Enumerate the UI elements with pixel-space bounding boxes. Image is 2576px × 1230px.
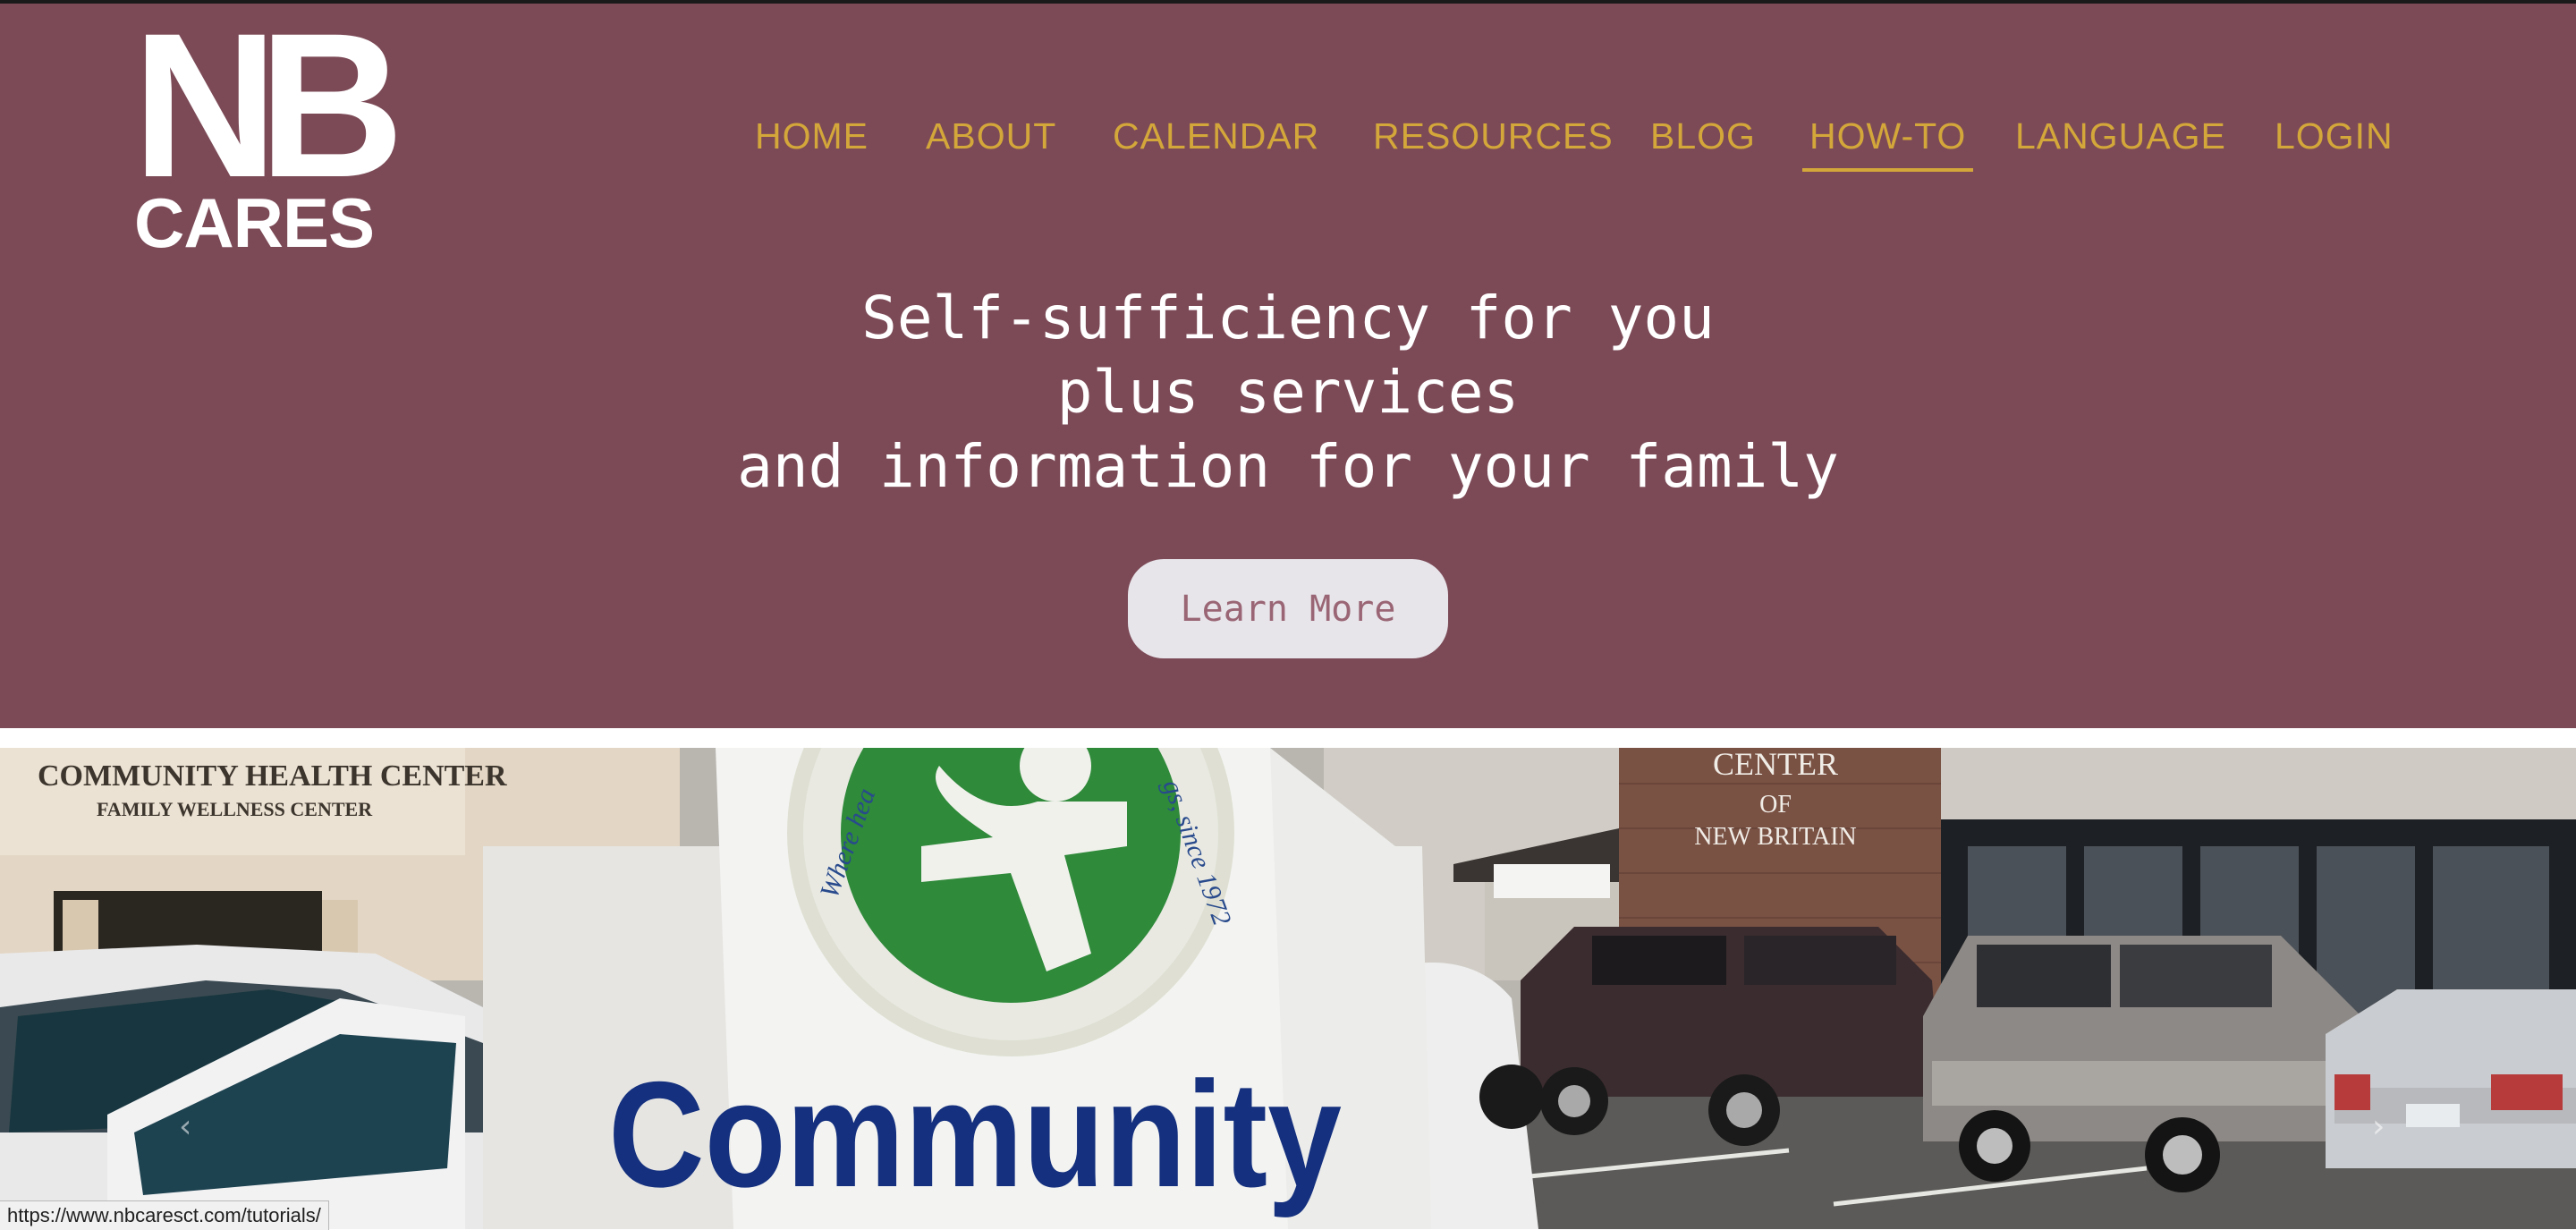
nav-blog[interactable]: BLOG: [1650, 109, 1756, 172]
section-divider: [0, 728, 2576, 748]
hero-tagline: Self-sufficiency for you plus services a…: [0, 281, 2576, 504]
nav-calendar[interactable]: CALENDAR: [1113, 109, 1319, 172]
building-sign-line2: FAMILY WELLNESS CENTER: [97, 798, 373, 820]
hero-line-1: Self-sufficiency for you: [861, 284, 1715, 352]
status-bar-url: https://www.nbcaresct.com/tutorials/: [0, 1200, 329, 1230]
nav-language[interactable]: LANGUAGE: [2015, 109, 2226, 172]
center-sign-line2: OF: [1759, 791, 1792, 819]
nav-about[interactable]: ABOUT: [926, 109, 1056, 172]
monument-community-word: Community: [608, 1050, 1342, 1218]
hero-photo-community-health-center: COMMUNITY HEALTH CENTER FAMILY WELLNESS …: [0, 748, 2576, 1229]
nav-how-to[interactable]: HOW-TO: [1801, 109, 1974, 172]
logo-cares-text: CARES: [134, 183, 375, 262]
building-sign-line1: COMMUNITY HEALTH CENTER: [38, 759, 507, 793]
nav-resources[interactable]: RESOURCES: [1373, 109, 1614, 172]
hero-line-2: plus services: [1056, 358, 1520, 427]
nav-login[interactable]: LOGIN: [2275, 109, 2394, 172]
center-sign-line3: NEW BRITAIN: [1694, 823, 1857, 851]
learn-more-button[interactable]: Learn More: [1128, 559, 1448, 658]
hero-line-3: and information for your family: [737, 432, 1839, 501]
slider-next-arrow[interactable]: ›: [2372, 1109, 2399, 1145]
slider-prev-arrow[interactable]: ‹: [179, 1109, 206, 1145]
nav-home[interactable]: HOME: [755, 109, 869, 172]
center-sign-line1: CENTER: [1713, 748, 1838, 782]
main-nav: HOME ABOUT CALENDAR RESOURCES BLOG HOW-T…: [0, 109, 2576, 181]
